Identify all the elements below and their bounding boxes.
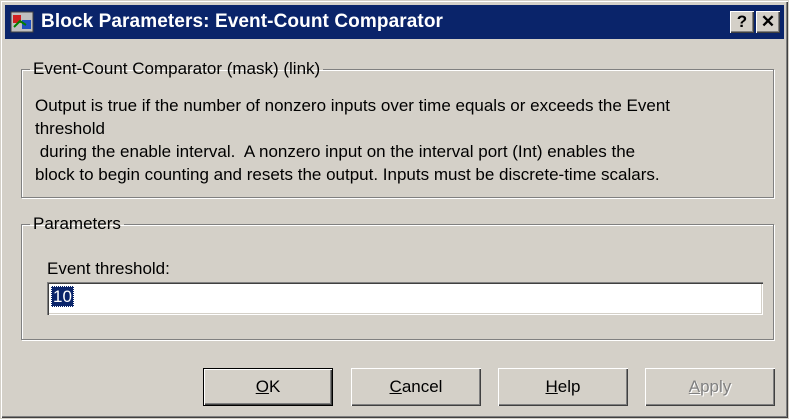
description-line: Output is true if the number of nonzero … — [35, 96, 671, 115]
apply-label: pply — [700, 377, 732, 396]
context-help-button[interactable]: ? — [730, 11, 754, 33]
cancel-label: ancel — [401, 377, 443, 396]
cancel-mnemonic: C — [389, 377, 402, 396]
description-line: block to begin counting and resets the o… — [35, 165, 660, 184]
apply-button[interactable]: Apply — [645, 368, 775, 406]
description-line: threshold — [35, 119, 105, 138]
event-threshold-value: 10 — [51, 286, 74, 307]
parameters-group-legend: Parameters — [33, 214, 121, 233]
title-bar[interactable]: Block Parameters: Event-Count Comparator… — [5, 5, 784, 39]
window-title: Block Parameters: Event-Count Comparator — [41, 11, 444, 32]
block-parameters-icon — [9, 10, 35, 34]
help-mnemonic: H — [545, 377, 558, 396]
close-button[interactable]: ✕ — [756, 11, 780, 33]
close-icon: ✕ — [760, 12, 776, 31]
description-group-legend: Event-Count Comparator (mask) (link) — [33, 59, 321, 78]
help-label: elp — [557, 377, 581, 396]
help-button[interactable]: Help — [498, 368, 628, 406]
ok-button[interactable]: OK — [203, 368, 333, 406]
event-threshold-input[interactable]: 10 — [47, 282, 763, 315]
description-line: during the enable interval. A nonzero in… — [35, 142, 636, 161]
apply-mnemonic: A — [688, 377, 701, 396]
event-threshold-label: Event threshold: — [47, 259, 170, 278]
block-description: Output is true if the number of nonzero … — [35, 94, 770, 186]
help-question-icon: ? — [736, 12, 748, 31]
ok-mnemonic: O — [255, 377, 269, 396]
ok-label: K — [268, 377, 281, 396]
dialog-window: Block Parameters: Event-Count Comparator… — [0, 0, 789, 419]
cancel-button[interactable]: Cancel — [351, 368, 481, 406]
